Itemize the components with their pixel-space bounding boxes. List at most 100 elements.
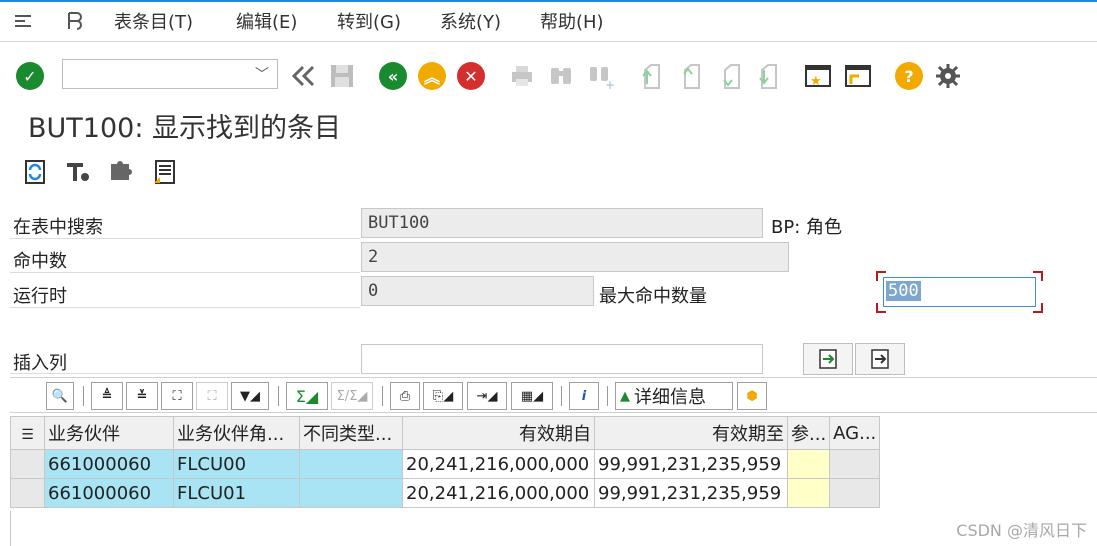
previous-page-button[interactable] <box>676 61 706 91</box>
exit-button[interactable]: ︽ <box>417 61 447 91</box>
column-header[interactable]: 业务伙伴 <box>44 416 174 450</box>
table-cell[interactable] <box>829 478 881 508</box>
column-header[interactable]: 不同类型... <box>299 416 403 450</box>
insert-column-button[interactable] <box>803 343 853 375</box>
row-selector[interactable] <box>10 478 45 508</box>
last-page-button[interactable] <box>753 61 783 91</box>
print-icon <box>512 66 532 86</box>
print-preview-button[interactable]: ⎙ <box>390 382 420 410</box>
menu-edit[interactable]: 编辑(E) <box>236 8 297 34</box>
table-cell[interactable] <box>299 478 403 508</box>
menu-goto[interactable]: 转到(G) <box>337 8 401 34</box>
double-chevron-left-icon <box>291 65 315 87</box>
column-header[interactable]: AG... <box>829 416 881 450</box>
back-icon: « <box>379 62 407 90</box>
binoculars-icon <box>551 68 571 84</box>
remove-column-button[interactable] <box>855 343 905 375</box>
select-all-cell[interactable]: ☰ <box>10 416 45 450</box>
table-cell[interactable]: 99,991,231,235,959 <box>594 449 788 479</box>
export-button[interactable]: ⎘◢ <box>423 382 463 410</box>
menu-help[interactable]: 帮助(H) <box>540 8 604 34</box>
details-button[interactable]: ▲ 详细信息 <box>615 382 733 410</box>
filter-sort-button[interactable]: ⬢ <box>737 382 767 410</box>
sort-ascending-button[interactable]: ≜ <box>91 382 123 410</box>
puzzle-icon[interactable] <box>107 158 135 186</box>
check-icon: ✓ <box>16 62 44 90</box>
max-hits-input[interactable]: 500 <box>883 277 1036 307</box>
previous-page-icon <box>683 64 700 89</box>
binoculars-plus-icon: ⛶ <box>207 388 217 404</box>
table-cell[interactable] <box>829 449 881 479</box>
next-page-button[interactable] <box>716 61 746 91</box>
gui-options-icon[interactable] <box>64 10 86 32</box>
save-button[interactable] <box>327 61 357 91</box>
binoculars-icon: ⛶ <box>172 388 182 404</box>
menu-bar: 表条目(T) 编辑(E) 转到(G) 系统(Y) 帮助(H) <box>0 0 1097 42</box>
sigma-icon: Σ◢ <box>295 386 319 406</box>
info-button[interactable]: i <box>569 382 599 410</box>
find-next-alv-button[interactable]: ⛶ <box>196 382 228 410</box>
column-header[interactable]: 有效期自 <box>402 416 595 450</box>
export-icon: ⎘◢ <box>432 388 454 404</box>
max-hits-value: 500 <box>886 281 921 301</box>
table-row[interactable]: 661000060 FLCU00 20,241,216,000,000 99,9… <box>10 449 881 479</box>
first-page-icon <box>642 64 660 89</box>
chevron-down-icon[interactable]: ﹀ <box>255 64 269 84</box>
page-title: BUT100: 显示找到的条目 <box>28 113 341 144</box>
help-button[interactable]: ? <box>894 61 924 91</box>
document-icon[interactable] <box>151 158 179 186</box>
question-icon: ? <box>895 62 923 90</box>
table-cell[interactable]: FLCU01 <box>173 478 300 508</box>
table-cell[interactable]: FLCU00 <box>173 449 300 479</box>
table-cell[interactable] <box>786 478 831 508</box>
table-left-border <box>10 511 11 546</box>
table-cell[interactable] <box>299 449 403 479</box>
table-cell[interactable] <box>786 449 831 479</box>
hits-label: 命中数 <box>13 251 67 272</box>
find-alv-button[interactable]: ⛶ <box>161 382 193 410</box>
table-cell[interactable]: 661000060 <box>44 478 174 508</box>
menu-table-entry[interactable]: 表条目(T) <box>114 8 193 34</box>
separator <box>607 386 608 406</box>
technical-settings-icon[interactable] <box>64 158 92 186</box>
change-layout-button[interactable]: ▦◢ <box>511 382 553 410</box>
sort-ascending-icon: ≜ <box>101 388 113 404</box>
settings-button[interactable] <box>933 61 963 91</box>
print-button[interactable] <box>507 61 537 91</box>
refresh-icon[interactable] <box>21 158 49 186</box>
table-row[interactable]: 661000060 FLCU01 20,241,216,000,000 99,9… <box>10 478 881 508</box>
exit-icon: ︽ <box>418 62 446 90</box>
table-cell[interactable]: 20,241,216,000,000 <box>402 449 595 479</box>
details-view-button[interactable]: 🔍 <box>46 382 74 410</box>
cancel-button[interactable]: ✕ <box>456 61 486 91</box>
subtotal-button[interactable]: Σ/Σ◢ <box>331 382 373 410</box>
table-cell[interactable]: 661000060 <box>44 449 174 479</box>
table-layout-icon: ▦◢ <box>520 388 544 404</box>
find-button[interactable] <box>546 61 576 91</box>
standard-toolbar: ✓ ﹀ « ︽ ✕ + ★ ? <box>0 43 1097 103</box>
back-button[interactable]: « <box>378 61 408 91</box>
enter-button[interactable]: ✓ <box>15 61 45 91</box>
table-cell[interactable]: 20,241,216,000,000 <box>402 478 595 508</box>
insert-column-input[interactable] <box>361 344 763 374</box>
total-button[interactable]: Σ◢ <box>286 382 328 410</box>
filter-button[interactable]: ▼◢ <box>231 382 269 410</box>
sort-descending-button[interactable]: ≚ <box>126 382 158 410</box>
subtotal-icon: Σ/Σ◢ <box>336 388 368 404</box>
column-header[interactable]: 参... <box>786 416 831 450</box>
filter-icon: ▼◢ <box>240 388 260 404</box>
menu-system[interactable]: 系统(Y) <box>440 8 501 34</box>
table-cell[interactable]: 99,991,231,235,959 <box>594 478 788 508</box>
column-header[interactable]: 业务伙伴角... <box>173 416 300 450</box>
shortcut-button[interactable] <box>843 61 873 91</box>
create-session-button[interactable]: ★ <box>803 61 833 91</box>
find-next-button[interactable]: + <box>586 61 616 91</box>
command-field[interactable]: ﹀ <box>62 59 278 89</box>
first-page-button[interactable] <box>636 61 666 91</box>
column-header[interactable]: 有效期至 <box>594 416 788 450</box>
layout-button[interactable]: ⇥◢ <box>467 382 507 410</box>
menu-icon[interactable] <box>12 10 34 32</box>
info-icon: i <box>581 388 587 404</box>
collapse-button[interactable] <box>288 61 318 91</box>
row-selector[interactable] <box>10 449 45 479</box>
